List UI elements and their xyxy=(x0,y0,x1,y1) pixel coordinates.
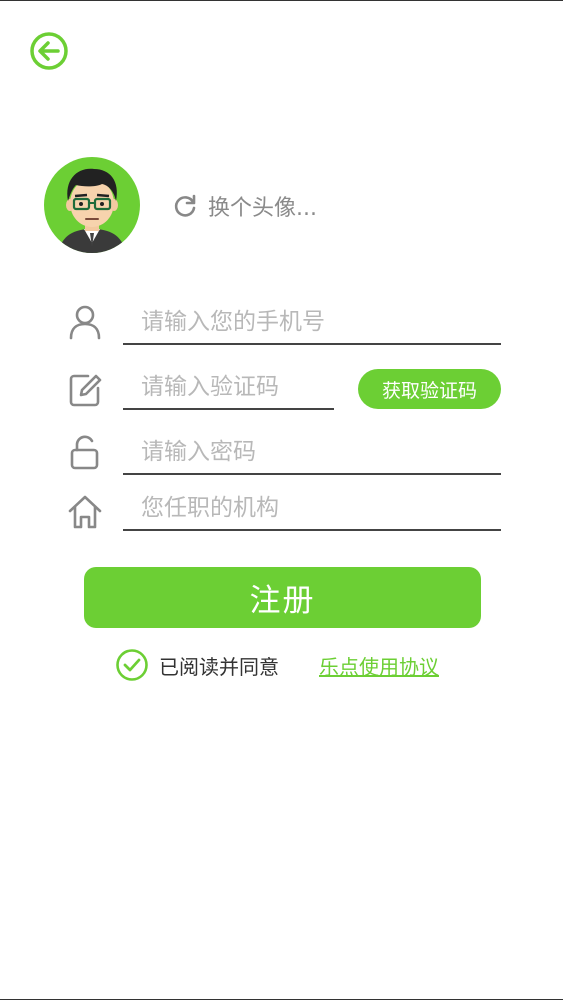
agreement-label: 已阅读并同意 xyxy=(159,654,279,679)
agreement-row: 已阅读并同意 乐点使用协议 xyxy=(115,647,439,683)
agreement-link[interactable]: 乐点使用协议 xyxy=(319,651,439,680)
avatar-cartoon-image xyxy=(58,168,126,253)
home-icon xyxy=(68,495,102,529)
get-code-button[interactable]: 获取验证码 xyxy=(358,369,501,409)
password-input[interactable] xyxy=(123,431,501,475)
register-button[interactable]: 注册 xyxy=(84,567,481,628)
verification-code-input[interactable] xyxy=(123,366,334,410)
user-icon xyxy=(69,305,101,340)
edit-icon xyxy=(69,374,102,407)
check-circle-icon[interactable] xyxy=(115,648,149,682)
organization-input[interactable] xyxy=(123,487,501,531)
refresh-icon xyxy=(174,194,196,217)
lock-icon xyxy=(70,435,99,470)
change-avatar-button[interactable]: 换个头像... xyxy=(172,188,317,224)
back-button[interactable] xyxy=(28,30,70,72)
phone-input[interactable] xyxy=(123,301,501,345)
arrow-left-circle-icon xyxy=(30,32,68,70)
change-avatar-label: 换个头像... xyxy=(208,196,317,221)
avatar[interactable] xyxy=(44,157,140,253)
